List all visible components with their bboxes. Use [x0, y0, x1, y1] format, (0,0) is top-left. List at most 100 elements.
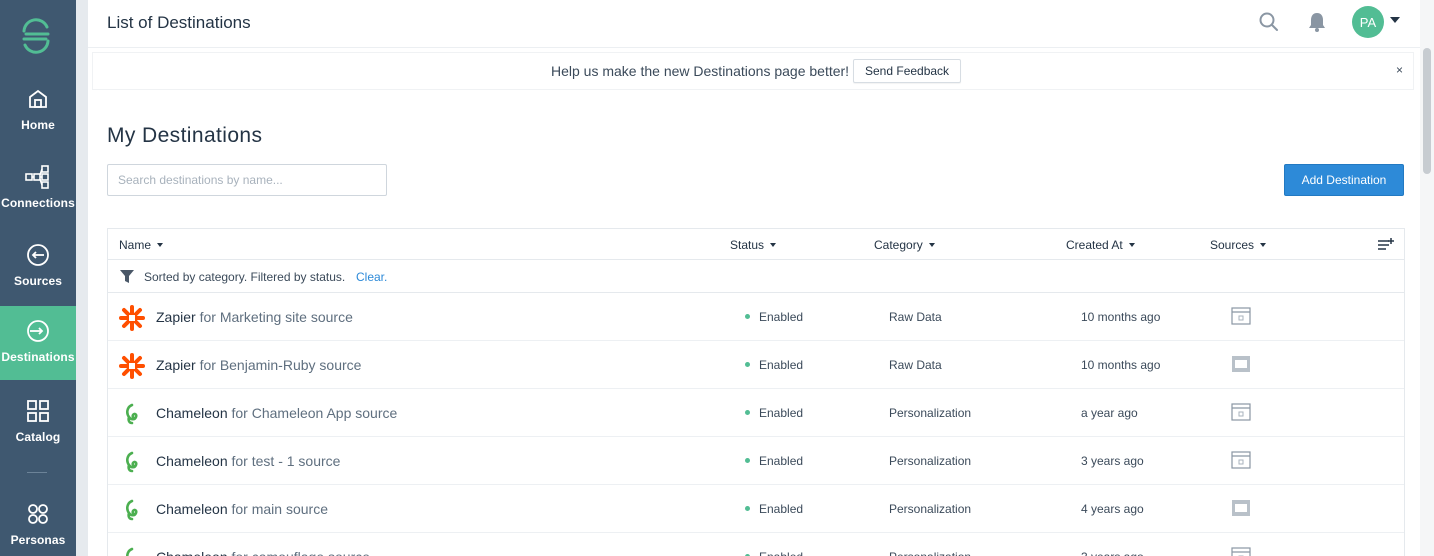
- column-header-category[interactable]: Category: [874, 238, 935, 252]
- source-window-icon[interactable]: [1231, 306, 1251, 326]
- destination-brand: Chameleon: [156, 453, 228, 469]
- column-label: Category: [874, 238, 923, 252]
- source-window-icon[interactable]: [1231, 546, 1251, 556]
- column-header-name[interactable]: Name: [119, 238, 164, 252]
- category-text: Personalization: [889, 502, 972, 516]
- caret-down-icon: [157, 243, 164, 247]
- destination-source-name: main source: [251, 501, 328, 517]
- destination-source-name: camouflage source: [252, 549, 370, 556]
- page-title: List of Destinations: [107, 13, 251, 32]
- add-destination-button[interactable]: Add Destination: [1284, 164, 1404, 196]
- destination-name[interactable]: Chameleon for Chameleon App source: [156, 405, 397, 421]
- sidebar-item-label: Destinations: [1, 350, 75, 364]
- table-row[interactable]: Chameleon for main source Enabled Personal…: [108, 485, 1404, 533]
- destination-for: for: [231, 405, 248, 421]
- source-window-icon[interactable]: [1231, 450, 1251, 470]
- destination-name[interactable]: Chameleon for main source: [156, 501, 328, 517]
- segment-logo-icon[interactable]: [18, 18, 54, 54]
- column-label: Created At: [1066, 238, 1123, 252]
- sidebar-item-catalog[interactable]: Catalog: [0, 386, 76, 460]
- destination-name[interactable]: Chameleon for camouflage source: [156, 549, 370, 556]
- category-text: Raw Data: [889, 358, 942, 372]
- sidebar-item-home[interactable]: Home: [0, 74, 76, 148]
- destination-for: for: [231, 453, 248, 469]
- connections-icon: [25, 164, 51, 190]
- status-text: Enabled: [759, 310, 804, 324]
- destination-brand: Chameleon: [156, 549, 228, 556]
- sidebar-divider: [27, 472, 47, 473]
- clear-filters-link[interactable]: Clear.: [356, 270, 387, 284]
- column-header-created-at[interactable]: Created At: [1066, 238, 1135, 252]
- status-text: Enabled: [759, 454, 804, 468]
- column-header-status[interactable]: Status: [730, 238, 777, 252]
- column-settings-icon[interactable]: [1378, 238, 1394, 252]
- send-feedback-button[interactable]: Send Feedback: [853, 59, 962, 83]
- close-icon[interactable]: ×: [1396, 63, 1403, 77]
- table-row[interactable]: Zapier for Marketing site source Enabled R…: [108, 293, 1404, 341]
- chevron-down-icon[interactable]: [1390, 17, 1400, 23]
- destination-brand: Zapier: [156, 357, 196, 373]
- destination-for: for: [199, 357, 216, 373]
- sidebar-item-connections[interactable]: Connections: [0, 152, 76, 226]
- chameleon-logo-icon: [119, 401, 145, 427]
- destination-brand: Chameleon: [156, 405, 228, 421]
- destination-name[interactable]: Zapier for Marketing site source: [156, 309, 353, 325]
- created-at-text: 3 years ago: [1081, 550, 1144, 556]
- search-icon[interactable]: [1258, 11, 1280, 33]
- sidebar-gutter: [76, 0, 88, 556]
- caret-down-icon: [928, 243, 935, 247]
- status-text: Enabled: [759, 406, 804, 420]
- created-at-text: 3 years ago: [1081, 454, 1144, 468]
- destination-brand: Chameleon: [156, 501, 228, 517]
- source-server-icon[interactable]: [1231, 498, 1251, 518]
- main-content: List of Destinations PA Help us make the…: [88, 0, 1420, 556]
- scrollbar-thumb[interactable]: [1423, 48, 1431, 174]
- sidebar-item-label: Sources: [13, 274, 63, 288]
- avatar[interactable]: PA: [1352, 6, 1384, 38]
- table-row[interactable]: Chameleon for test - 1 source Enabled Pers…: [108, 437, 1404, 485]
- column-label: Sources: [1210, 238, 1255, 252]
- column-header-sources[interactable]: Sources: [1210, 238, 1267, 252]
- sidebar-item-personas[interactable]: Personas: [0, 489, 76, 556]
- sidebar-item-label: Catalog: [15, 430, 61, 444]
- created-at-text: 4 years ago: [1081, 502, 1144, 516]
- sidebar-item-label: Personas: [10, 533, 66, 547]
- sidebar-item-destinations[interactable]: Destinations: [0, 306, 76, 380]
- table-row[interactable]: Zapier for Benjamin-Ruby source Enabled Ra…: [108, 341, 1404, 389]
- status-dot: [745, 506, 750, 511]
- sources-icon: [25, 242, 51, 268]
- section-heading: My Destinations: [107, 124, 263, 147]
- destination-brand: Zapier: [156, 309, 196, 325]
- home-icon: [25, 86, 51, 112]
- personas-icon: [25, 501, 51, 527]
- chameleon-logo-icon: [119, 497, 145, 523]
- sidebar-item-sources[interactable]: Sources: [0, 230, 76, 304]
- destination-name[interactable]: Zapier for Benjamin-Ruby source: [156, 357, 361, 373]
- table-row[interactable]: Chameleon for Chameleon App source Enable…: [108, 389, 1404, 437]
- destinations-icon: [25, 318, 51, 344]
- category-text: Raw Data: [889, 310, 942, 324]
- chameleon-logo-icon: [119, 545, 145, 556]
- search-input[interactable]: [107, 164, 387, 196]
- column-label: Status: [730, 238, 765, 252]
- destination-source-name: test - 1 source: [251, 453, 341, 469]
- category-text: Personalization: [889, 454, 972, 468]
- status-text: Enabled: [759, 502, 804, 516]
- status-dot: [745, 410, 750, 415]
- status-dot: [745, 314, 750, 319]
- source-server-icon[interactable]: [1231, 354, 1251, 374]
- destination-source-name: Chameleon App source: [251, 405, 398, 421]
- status-dot: [745, 362, 750, 367]
- table-header: Name Status Category Created At Sources: [108, 229, 1404, 260]
- bell-icon[interactable]: [1306, 11, 1328, 33]
- source-window-icon[interactable]: [1231, 402, 1251, 422]
- zapier-logo-icon: [119, 305, 145, 331]
- caret-down-icon: [1260, 243, 1267, 247]
- destination-source-name: Marketing site source: [219, 309, 353, 325]
- destination-name[interactable]: Chameleon for test - 1 source: [156, 453, 340, 469]
- created-at-text: 10 months ago: [1081, 310, 1161, 324]
- feedback-banner: Help us make the new Destinations page b…: [92, 52, 1414, 90]
- table-row[interactable]: Chameleon for camouflage source Enabled Pe…: [108, 533, 1404, 556]
- status-dot: [745, 458, 750, 463]
- destination-source-name: Benjamin-Ruby source: [219, 357, 362, 373]
